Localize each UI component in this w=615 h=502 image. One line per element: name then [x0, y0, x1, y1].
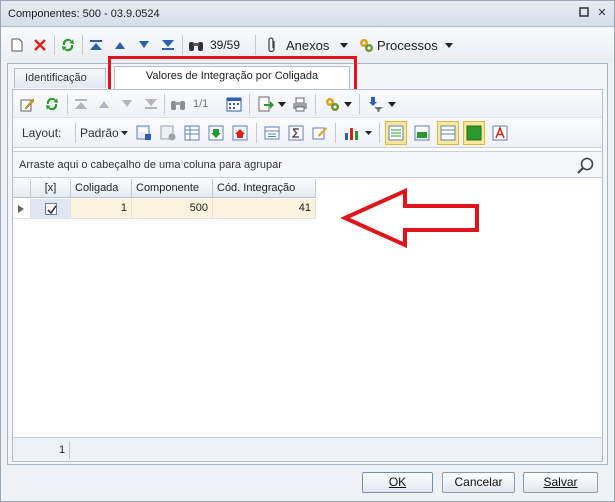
previous-record-icon[interactable]: [96, 94, 112, 114]
refresh-icon[interactable]: [43, 94, 61, 114]
tab-panel: 1/1 Layout: Padrão Arraste aqui o cabeça…: [12, 89, 603, 462]
grid-record-position: 1/1: [193, 98, 209, 110]
layout-label: Layout:: [22, 126, 62, 140]
close-icon[interactable]: ✕: [596, 7, 608, 19]
sum-icon[interactable]: [287, 123, 305, 143]
font-style-icon[interactable]: [491, 123, 509, 143]
import-layout-icon[interactable]: [207, 123, 225, 143]
chevron-down-icon[interactable]: [338, 35, 350, 55]
search-icon[interactable]: [577, 157, 595, 178]
last-record-icon[interactable]: [160, 35, 176, 55]
window-title: Componentes: 500 - 03.9.0524: [8, 8, 160, 20]
layout-select[interactable]: Padrão: [80, 123, 119, 143]
first-record-icon[interactable]: [73, 94, 89, 114]
paperclip-icon[interactable]: [265, 35, 279, 55]
chevron-down-icon[interactable]: [119, 123, 129, 143]
highlight-rule-icon[interactable]: [311, 123, 329, 143]
view-detail-icon[interactable]: [437, 121, 459, 145]
grid-toolbar-layout: Layout: Padrão: [13, 118, 602, 148]
grid-toolbar-nav: 1/1: [13, 90, 602, 118]
gears-icon[interactable]: [323, 94, 341, 114]
view-form-icon[interactable]: [385, 121, 407, 145]
bar-chart-icon[interactable]: [343, 123, 361, 143]
delete-layout-icon[interactable]: [159, 123, 177, 143]
gears-icon[interactable]: [357, 35, 375, 55]
chevron-down-icon[interactable]: [443, 35, 455, 55]
tab-identificacao[interactable]: Identificação: [14, 68, 106, 88]
dialog-footer: OK Cancelar Salvar: [1, 466, 614, 501]
grid-row-count: 1: [59, 444, 66, 456]
columns-icon[interactable]: [263, 123, 281, 143]
refresh-icon[interactable]: [59, 35, 77, 55]
grid-footer: 1: [13, 437, 602, 461]
cell-cod-integracao[interactable]: 41: [213, 199, 316, 219]
restore-icon[interactable]: [578, 7, 590, 19]
last-record-icon[interactable]: [143, 94, 159, 114]
save-button-label: Salvar: [543, 475, 578, 489]
row-checkbox[interactable]: [45, 203, 57, 215]
row-checkbox-cell[interactable]: [31, 199, 71, 219]
ok-button-label: OK: [388, 475, 407, 489]
data-grid: Arraste aqui o cabeçalho de uma coluna p…: [13, 151, 602, 461]
group-by-placeholder: Arraste aqui o cabeçalho de uma coluna p…: [19, 159, 282, 171]
chevron-down-icon[interactable]: [277, 94, 287, 114]
grid-layout-icon[interactable]: [183, 123, 201, 143]
next-record-icon[interactable]: [136, 35, 152, 55]
chevron-down-icon[interactable]: [387, 94, 397, 114]
main-toolbar: 39/59 Anexos Processos: [1, 28, 614, 62]
column-header-componente[interactable]: Componente: [132, 179, 213, 198]
column-header-coligada[interactable]: Coligada: [71, 179, 132, 198]
new-record-icon[interactable]: [9, 35, 25, 55]
table-row[interactable]: 1 500 41: [13, 199, 316, 219]
view-green-icon[interactable]: [463, 121, 485, 145]
edit-icon[interactable]: [19, 94, 35, 114]
cell-coligada[interactable]: 1: [71, 199, 132, 219]
export-layout-icon[interactable]: [231, 123, 249, 143]
cancel-button[interactable]: Cancelar: [442, 472, 515, 493]
group-by-bar[interactable]: Arraste aqui o cabeçalho de uma coluna p…: [13, 152, 602, 178]
cell-componente[interactable]: 500: [132, 199, 213, 219]
calendar-icon[interactable]: [225, 94, 243, 114]
tab-strip: Identificação Valores de Integração por …: [8, 56, 607, 92]
ok-button[interactable]: OK: [362, 472, 433, 493]
chevron-down-icon[interactable]: [363, 123, 373, 143]
export-icon[interactable]: [257, 94, 275, 114]
save-layout-icon[interactable]: [135, 123, 153, 143]
column-header-select[interactable]: [x]: [31, 179, 71, 198]
chevron-down-icon[interactable]: [343, 94, 353, 114]
binoculars-icon[interactable]: [169, 94, 187, 114]
window: Componentes: 500 - 03.9.0524 ✕ 39/59 Ane…: [0, 0, 615, 502]
view-list-icon[interactable]: [413, 123, 431, 143]
record-position: 39/59: [210, 38, 241, 52]
title-bar: Componentes: 500 - 03.9.0524 ✕: [1, 1, 614, 27]
filter-icon[interactable]: [367, 94, 385, 114]
cancel-button-label: Cancelar: [454, 475, 503, 489]
previous-record-icon[interactable]: [112, 35, 128, 55]
binoculars-icon[interactable]: [187, 35, 205, 55]
next-record-icon[interactable]: [119, 94, 135, 114]
attachments-button[interactable]: Anexos: [286, 35, 329, 55]
print-icon[interactable]: [291, 94, 309, 114]
grid-header: [x] Coligada Componente Cód. Integração: [13, 179, 316, 198]
annotation-arrow: [341, 188, 479, 248]
row-indicator-header: [13, 179, 31, 198]
tab-valores-integracao[interactable]: Valores de Integração por Coligada: [114, 66, 350, 89]
row-indicator: [13, 199, 31, 219]
save-button[interactable]: Salvar: [523, 472, 598, 493]
column-header-cod-integracao[interactable]: Cód. Integração: [213, 179, 316, 198]
processes-button[interactable]: Processos: [377, 35, 438, 55]
content-panel: Identificação Valores de Integração por …: [7, 56, 608, 465]
first-record-icon[interactable]: [88, 35, 104, 55]
delete-icon[interactable]: [31, 35, 49, 55]
